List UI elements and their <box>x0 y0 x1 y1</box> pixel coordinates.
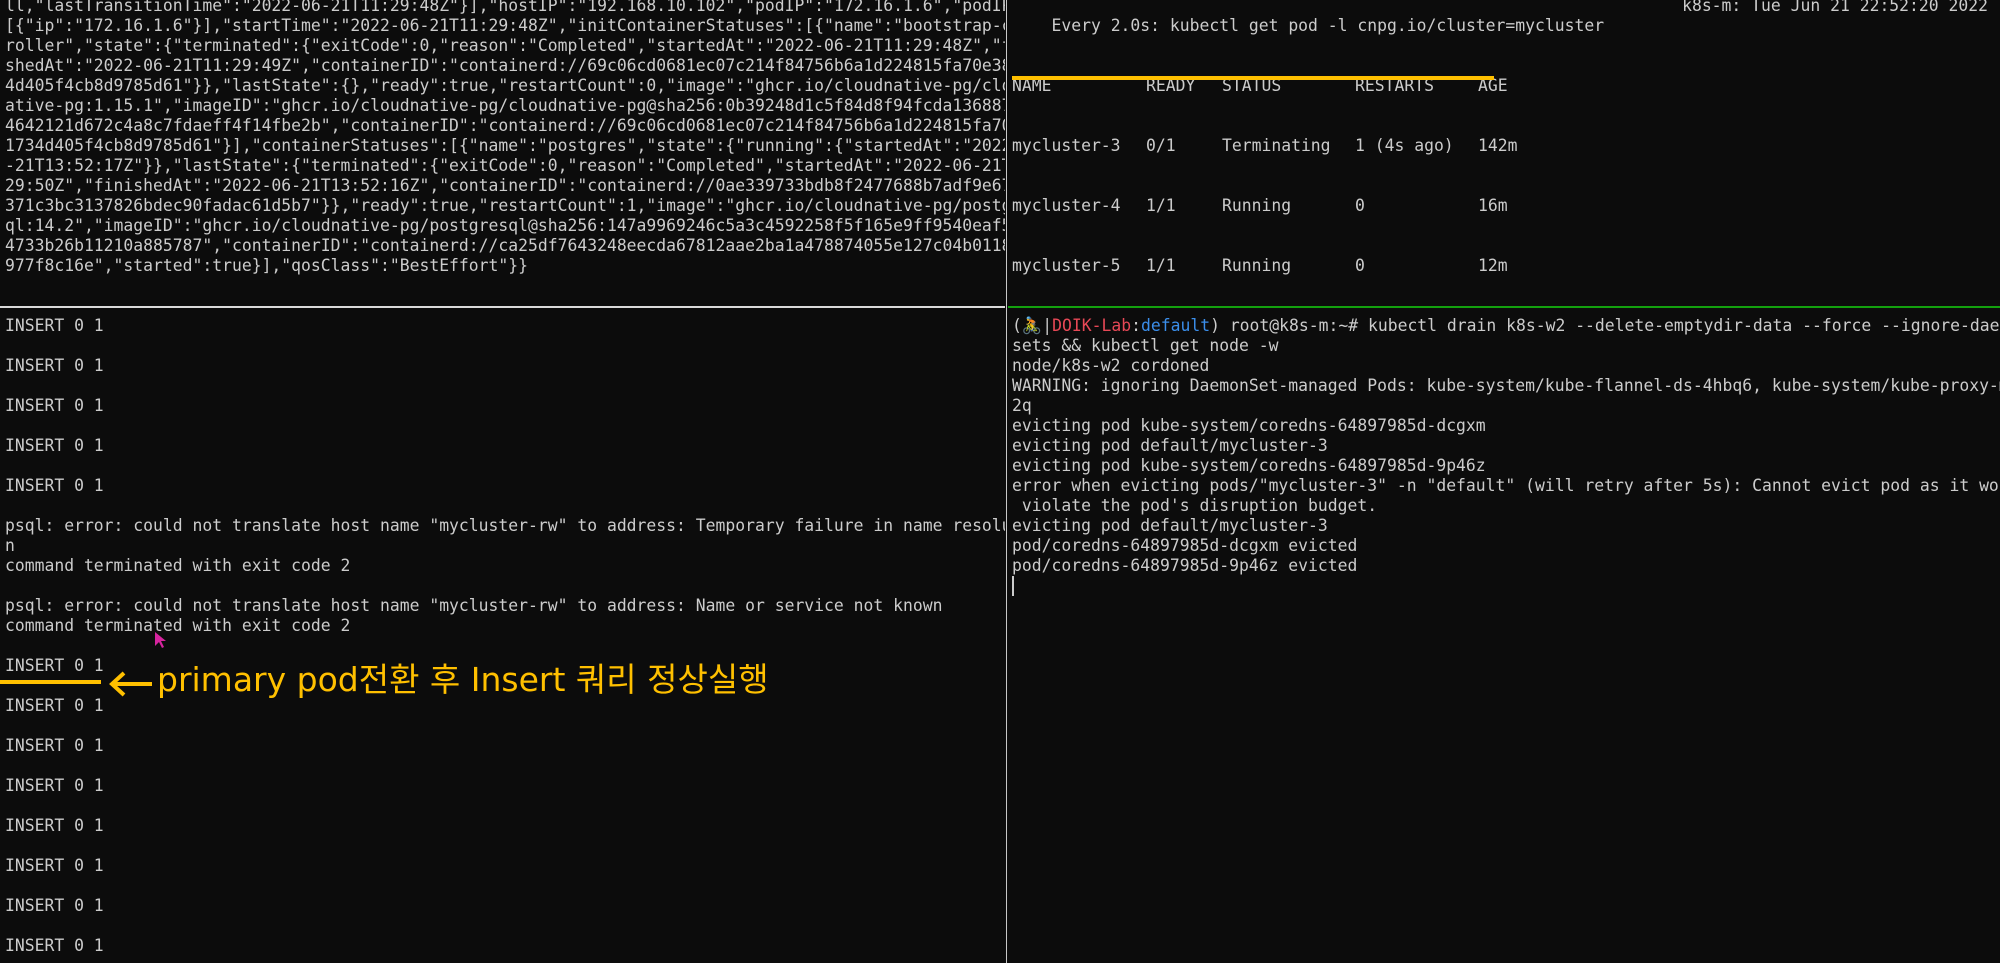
table-row: mycluster-5 1/1 Running 0 12m <box>1012 256 1538 276</box>
prompt-namespace: default <box>1141 316 1211 335</box>
mouse-pointer-icon <box>155 632 166 648</box>
pod-restarts: 1 (4s ago) <box>1355 136 1454 155</box>
pane-top-right[interactable]: Every 2.0s: kubectl get pod -l cnpg.io/c… <box>1008 0 2000 302</box>
pod-status: Running <box>1222 196 1292 215</box>
pod-restarts: 0 <box>1355 256 1365 275</box>
pod-age: 12m <box>1478 256 1508 275</box>
drain-output: (🚴|DOIK-Lab:default) root@k8s-m:~# kubec… <box>1012 316 2000 596</box>
pane-bottom-left[interactable]: INSERT 0 1 INSERT 0 1 INSERT 0 1 INSERT … <box>0 310 1005 963</box>
pod-ready: 1/1 <box>1146 196 1176 215</box>
pane-top-left[interactable]: ll,"lastTransitionTime":"2022-06-21T11:2… <box>0 0 1005 302</box>
drain-log: sets && kubectl get node -w node/k8s-w2 … <box>1012 336 2000 575</box>
prompt-context: DOIK-Lab <box>1052 316 1132 335</box>
highlight-underline-insert <box>0 680 101 684</box>
pod-name: mycluster-5 <box>1012 256 1121 275</box>
pod-status: Terminating <box>1222 136 1331 155</box>
left-arrow-icon <box>109 671 152 697</box>
pod-ready: 0/1 <box>1146 136 1176 155</box>
highlight-underline-pods <box>1012 76 1494 80</box>
horizontal-divider-left[interactable] <box>0 306 1005 308</box>
pod-status: Running <box>1222 256 1292 275</box>
prompt-command: ) root@k8s-m:~# kubectl drain k8s-w2 --d… <box>1210 316 2000 335</box>
table-row: mycluster-4 1/1 Running 0 16m <box>1012 196 1538 216</box>
pod-name: mycluster-3 <box>1012 136 1121 155</box>
prompt-line: (🚴|DOIK-Lab:default) root@k8s-m:~# kubec… <box>1012 316 2000 335</box>
horizontal-divider-right-active[interactable] <box>1008 306 2000 308</box>
pod-age: 16m <box>1478 196 1508 215</box>
table-row: mycluster-3 0/1 Terminating 1 (4s ago) 142m <box>1012 136 1538 156</box>
pod-json-output: ll,"lastTransitionTime":"2022-06-21T11:2… <box>5 0 1005 275</box>
pod-name: mycluster-4 <box>1012 196 1121 215</box>
pod-restarts: 0 <box>1355 196 1365 215</box>
pod-ready: 1/1 <box>1146 256 1176 275</box>
pod-age: 142m <box>1478 136 1518 155</box>
terminal-cursor <box>1012 576 1014 596</box>
vertical-divider[interactable] <box>1006 0 1007 963</box>
bicycle-icon: 🚴 <box>1021 316 1043 335</box>
watch-host-time: k8s-m: Tue Jun 21 22:52:20 2022 <box>1682 0 1988 15</box>
annotation-text: primary pod전환 후 Insert 쿼리 정상실행 <box>157 660 769 699</box>
watch-command: Every 2.0s: kubectl get pod -l cnpg.io/c… <box>1051 16 1605 35</box>
pane-bottom-right[interactable]: (🚴|DOIK-Lab:default) root@k8s-m:~# kubec… <box>1008 310 2000 963</box>
